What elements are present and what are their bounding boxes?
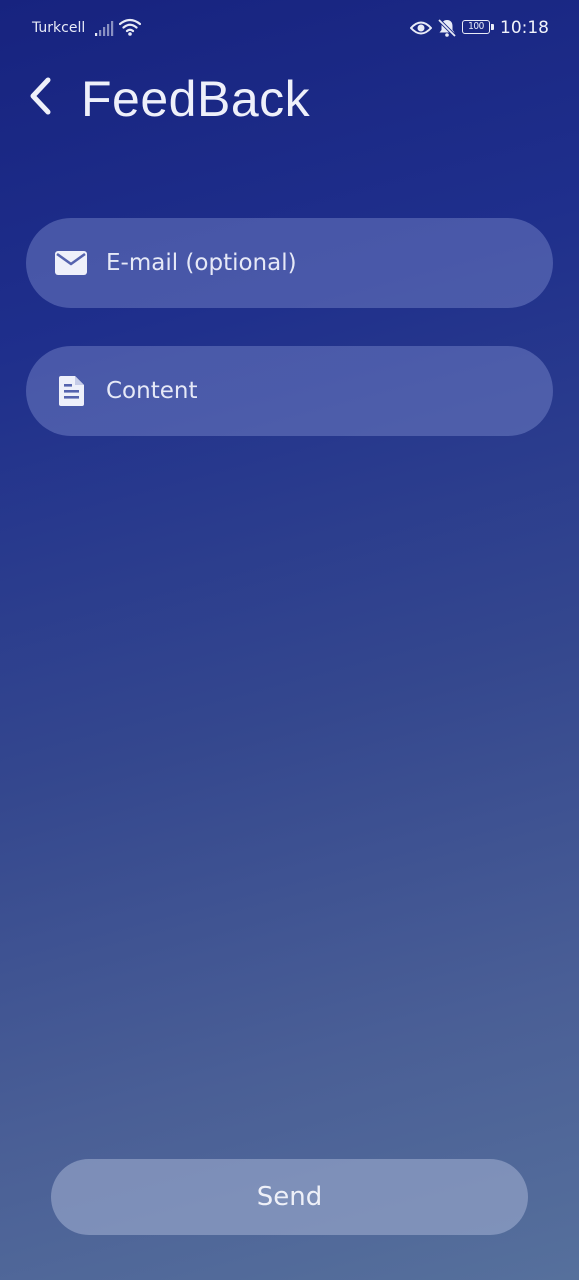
page-title: FeedBack [81,71,311,127]
content-input[interactable] [106,346,526,436]
document-icon [54,375,88,407]
mail-icon [54,247,88,279]
back-button[interactable] [18,72,62,124]
status-bar: Turkcell 100 10:18 [0,0,579,58]
battery-tip [491,24,494,30]
send-button[interactable]: Send [51,1159,528,1235]
eye-icon [409,20,433,40]
email-field[interactable] [26,218,553,308]
clock: 10:18 [500,18,549,38]
carrier-name: Turkcell [32,20,86,36]
battery-icon: 100 [462,20,490,34]
email-input[interactable] [106,218,526,308]
wifi-icon [118,17,142,41]
signal-icon [94,19,114,41]
chevron-left-icon [27,76,53,120]
content-field[interactable] [26,346,553,436]
bell-off-icon [437,18,457,42]
